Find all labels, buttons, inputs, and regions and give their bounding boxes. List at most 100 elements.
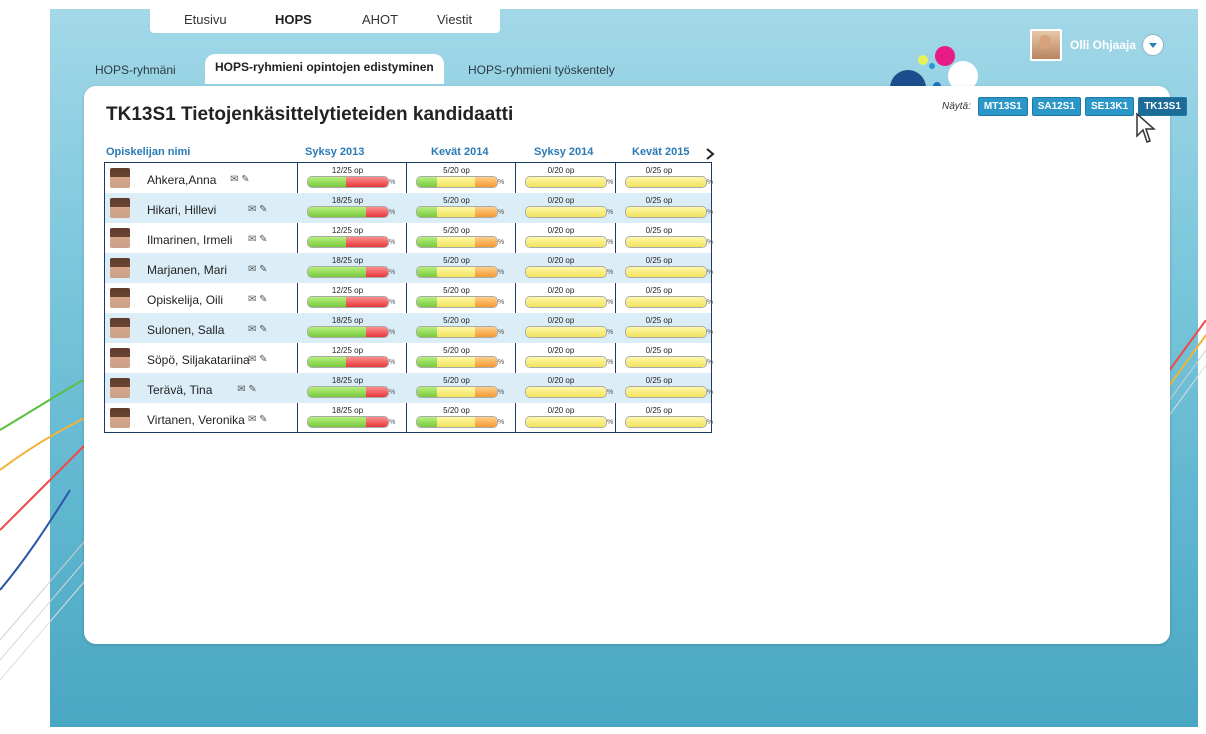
chevron-down-icon[interactable] <box>1142 34 1165 56</box>
pencil-icon[interactable]: ✎ <box>246 384 256 395</box>
progress-fill <box>308 177 346 187</box>
pencil-icon[interactable]: ✎ <box>238 174 249 185</box>
top-tab-viestit[interactable]: Viestit <box>437 12 472 27</box>
student-actions: ✉ ✎ <box>248 414 268 425</box>
percent-label: % <box>498 209 505 216</box>
progress-cell: 0/25 op% <box>615 193 713 223</box>
progress-cell: 5/20 op% <box>406 373 515 403</box>
decorative-dots <box>890 46 978 90</box>
group-button-mt13s1[interactable]: MT13S1 <box>977 97 1028 116</box>
subtab-tyoskentely[interactable]: HOPS-ryhmieni työskentely <box>468 63 615 77</box>
progress-bar <box>416 326 498 338</box>
student-name[interactable]: Marjanen, Mari <box>147 263 227 277</box>
mail-icon[interactable]: ✉ <box>237 384 245 395</box>
progress-cell: 5/20 op% <box>406 313 515 343</box>
pencil-icon[interactable]: ✎ <box>256 294 267 305</box>
header-student-name: Opiskelijan nimi <box>106 146 191 158</box>
progress-remaining <box>366 327 388 337</box>
progress-planned <box>526 207 606 217</box>
student-name[interactable]: Söpö, Siljakatariina <box>147 353 250 367</box>
credits-label: 12/25 op <box>331 166 364 175</box>
credits-label: 5/20 op <box>443 286 470 295</box>
percent-label: % <box>607 359 614 366</box>
progress-fill <box>308 267 366 277</box>
progress-cell: 0/25 op% <box>615 403 713 433</box>
progress-bar <box>625 296 707 308</box>
progress-remaining <box>346 297 388 307</box>
student-name[interactable]: Hikari, Hillevi <box>147 203 216 217</box>
progress-planned <box>526 267 606 277</box>
progress-fill <box>308 327 366 337</box>
percent-label: % <box>498 419 505 426</box>
student-name[interactable]: Terävä, Tina <box>147 383 212 397</box>
header-kevat-2014: Kevät 2014 <box>431 146 489 158</box>
progress-cell: 0/20 op% <box>515 343 615 373</box>
progress-remaining <box>475 417 497 427</box>
progress-bar <box>416 356 498 368</box>
progress-cell: 5/20 op% <box>406 253 515 283</box>
percent-label: % <box>607 269 614 276</box>
progress-cell: 5/20 op% <box>406 163 515 193</box>
progress-cell: 5/20 op% <box>406 193 515 223</box>
percent-label: % <box>389 329 396 336</box>
percent-label: % <box>498 359 505 366</box>
progress-bar <box>416 386 498 398</box>
student-avatar <box>110 408 130 428</box>
credits-label: 18/25 op <box>331 406 364 415</box>
credits-label: 18/25 op <box>331 316 364 325</box>
group-button-sa12s1[interactable]: SA12S1 <box>1031 97 1081 116</box>
progress-planned <box>526 387 606 397</box>
user-name: Olli Ohjaaja <box>1070 38 1137 52</box>
progress-remaining <box>346 357 388 367</box>
progress-cell: 0/20 op% <box>515 403 615 433</box>
chevron-right-icon[interactable] <box>702 146 718 162</box>
credits-label: 12/25 op <box>331 226 364 235</box>
credits-label: 0/25 op <box>645 226 673 235</box>
student-name[interactable]: Ahkera,Anna <box>147 173 216 187</box>
percent-label: % <box>389 359 396 366</box>
student-name[interactable]: Sulonen, Salla <box>147 323 224 337</box>
credits-label: 0/20 op <box>547 376 575 385</box>
group-button-se13k1[interactable]: SE13K1 <box>1084 97 1135 116</box>
progress-cell: 5/20 op% <box>406 223 515 253</box>
progress-cell: 12/25 op% <box>297 283 406 313</box>
top-tab-hops[interactable]: HOPS <box>275 12 312 27</box>
progress-cell: 12/25 op% <box>297 163 406 193</box>
credits-label: 0/20 op <box>547 316 575 325</box>
subtab-hops-ryhmani[interactable]: HOPS-ryhmäni <box>95 63 176 77</box>
credits-label: 5/20 op <box>443 256 470 265</box>
progress-fill <box>308 237 346 247</box>
top-tab-etusivu[interactable]: Etusivu <box>184 12 227 27</box>
pencil-icon[interactable]: ✎ <box>256 414 267 425</box>
progress-remaining <box>475 207 497 217</box>
progress-bar <box>525 326 607 338</box>
percent-label: % <box>607 329 614 336</box>
progress-bar <box>525 266 607 278</box>
percent-label: % <box>389 299 396 306</box>
pencil-icon[interactable]: ✎ <box>256 204 267 215</box>
progress-planned <box>437 207 475 217</box>
pencil-icon[interactable]: ✎ <box>256 324 267 335</box>
top-tab-ahot[interactable]: AHOT <box>362 12 398 27</box>
progress-bar <box>416 416 498 428</box>
pencil-icon[interactable]: ✎ <box>256 234 267 245</box>
header-kevat-2015: Kevät 2015 <box>632 146 690 158</box>
subtab-opintojen-edistyminen[interactable]: HOPS-ryhmieni opintojen edistyminen <box>205 54 444 84</box>
cursor-icon <box>1136 112 1156 143</box>
student-name[interactable]: Opiskelija, Oili <box>147 293 223 307</box>
percent-label: % <box>707 389 714 396</box>
user-menu[interactable]: Olli Ohjaaja <box>1030 29 1165 61</box>
progress-remaining <box>366 207 388 217</box>
progress-planned <box>626 327 706 337</box>
table-row: Opiskelija, Oili ✉ ✎ 12/25 op% 5/20 op% 0/20… <box>105 283 713 313</box>
pencil-icon[interactable]: ✎ <box>256 264 267 275</box>
student-name[interactable]: Virtanen, Veronika <box>147 413 245 427</box>
progress-remaining <box>366 387 388 397</box>
student-name[interactable]: Ilmarinen, Irmeli <box>147 233 232 247</box>
pencil-icon[interactable]: ✎ <box>256 354 267 365</box>
percent-label: % <box>389 179 396 186</box>
progress-fill <box>308 417 366 427</box>
progress-bar <box>416 236 498 248</box>
progress-bar <box>307 236 389 248</box>
progress-cell: 0/20 op% <box>515 193 615 223</box>
